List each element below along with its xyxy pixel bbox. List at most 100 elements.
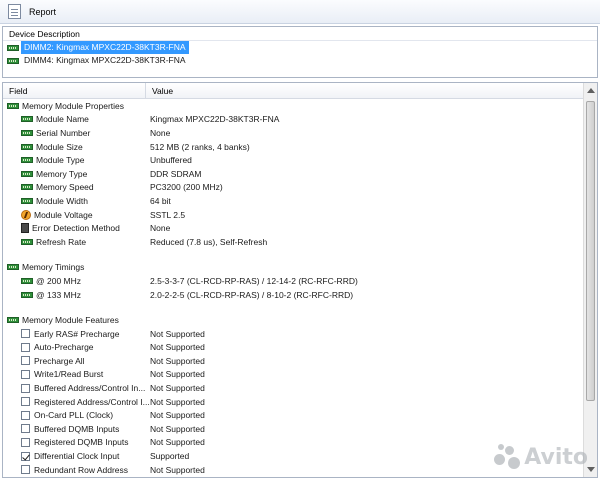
group-title: Memory Module Properties (22, 100, 125, 111)
field-cell: @ 133 MHz (3, 290, 150, 300)
field-label: Write1/Read Burst (34, 369, 104, 380)
value-cell: Unbuffered (150, 155, 192, 166)
unchecked-checkbox-icon (21, 329, 30, 339)
value-cell: None (150, 127, 171, 138)
value-cell: None (150, 223, 171, 234)
memory-chip-icon (7, 264, 19, 271)
field-cell: Write1/Read Burst (3, 369, 150, 379)
device-item-label: DIMM2: Kingmax MPXC22D-38KT3R-FNA (21, 41, 189, 54)
table-group-row[interactable]: Memory Module Properties (3, 99, 583, 113)
field-cell: Serial Number (3, 128, 150, 138)
table-group-row[interactable]: Memory Module Features (3, 313, 583, 327)
table-row[interactable]: Buffered DQMB Inputs Not Supported (3, 422, 583, 436)
table-group-row[interactable]: Memory Timings (3, 261, 583, 275)
field-cell: Precharge All (3, 356, 150, 366)
field-cell: Differential Clock Input (3, 451, 150, 461)
field-cell: Memory Speed (3, 182, 150, 192)
table-row[interactable]: Precharge All Not Supported (3, 354, 583, 368)
field-label: Module Voltage (34, 209, 93, 220)
watermark: Avito (494, 444, 588, 470)
column-header-value[interactable]: Value (146, 83, 583, 99)
table-row[interactable]: Memory Type DDR SDRAM (3, 167, 583, 181)
memory-chip-icon (21, 143, 33, 150)
field-cell: Redundant Row Address (3, 465, 150, 475)
field-cell: On-Card PLL (Clock) (3, 410, 150, 420)
error-detection-icon (21, 223, 29, 234)
table-row[interactable]: @ 133 MHz 2.0-2-2-5 (CL-RCD-RP-RAS) / 8-1… (3, 288, 583, 302)
device-list-panel: Device Description DIMM2: Kingmax MPXC22… (2, 26, 598, 78)
scroll-down-arrow-icon[interactable] (587, 467, 595, 472)
memory-chip-icon (7, 57, 19, 64)
table-row[interactable]: Registered Address/Control I... Not Suppo… (3, 395, 583, 409)
field-label: Buffered DQMB Inputs (34, 423, 120, 434)
field-cell: Auto-Precharge (3, 342, 150, 352)
value-cell: Reduced (7.8 us), Self-Refresh (150, 236, 268, 247)
scroll-up-arrow-icon[interactable] (587, 88, 595, 93)
field-cell: Memory Type (3, 169, 150, 179)
memory-chip-icon (21, 129, 33, 136)
table-row[interactable]: Module Voltage SSTL 2.5 (3, 208, 583, 222)
vertical-scrollbar[interactable] (583, 83, 597, 477)
value-cell: Not Supported (150, 328, 205, 339)
group-title: Memory Timings (22, 262, 85, 273)
device-item-dimm4[interactable]: DIMM4: Kingmax MPXC22D-38KT3R-FNA (3, 54, 597, 67)
field-label: Registered Address/Control I... (34, 396, 150, 407)
unchecked-checkbox-icon (21, 342, 30, 352)
table-row[interactable]: Serial Number None (3, 126, 583, 140)
field-cell: Module Name (3, 114, 150, 124)
properties-table: Field Value Memory Module Properties Modu… (2, 82, 598, 478)
table-row[interactable]: Refresh Rate Reduced (7.8 us), Self-Refre… (3, 235, 583, 249)
window-title: Report (29, 6, 57, 17)
field-label: Precharge All (34, 355, 85, 366)
table-body: Memory Module Properties Module Name Kingm… (3, 99, 583, 476)
memory-chip-icon (21, 197, 33, 204)
table-row[interactable]: On-Card PLL (Clock) Not Supported (3, 408, 583, 422)
table-row[interactable]: Module Name Kingmax MPXC22D-38KT3R-FNA (3, 113, 583, 127)
field-cell: Module Width (3, 196, 150, 206)
field-label: Auto-Precharge (34, 342, 94, 353)
field-cell: Refresh Rate (3, 237, 150, 247)
table-row[interactable]: Early RAS# Precharge Not Supported (3, 327, 583, 341)
field-label: Error Detection Method (32, 223, 120, 234)
group-cell: Memory Module Features (3, 315, 150, 325)
device-item-label: DIMM4: Kingmax MPXC22D-38KT3R-FNA (24, 55, 186, 65)
table-row[interactable]: Auto-Precharge Not Supported (3, 341, 583, 355)
device-item-dimm2[interactable]: DIMM2: Kingmax MPXC22D-38KT3R-FNA (3, 41, 597, 54)
field-label: Early RAS# Precharge (34, 328, 120, 339)
field-cell: Module Size (3, 142, 150, 152)
field-cell: Registered DQMB Inputs (3, 437, 150, 447)
memory-chip-icon (21, 238, 33, 245)
group-title: Memory Module Features (22, 315, 119, 326)
table-row[interactable]: @ 200 MHz 2.5-3-3-7 (CL-RCD-RP-RAS) / 12-… (3, 274, 583, 288)
memory-chip-icon (21, 291, 33, 298)
column-header-field[interactable]: Field (3, 83, 146, 99)
value-cell: Kingmax MPXC22D-38KT3R-FNA (150, 114, 280, 125)
memory-chip-icon (21, 184, 33, 191)
group-cell: Memory Module Properties (3, 101, 150, 111)
table-row[interactable]: Memory Speed PC3200 (200 MHz) (3, 181, 583, 195)
value-cell: SSTL 2.5 (150, 209, 186, 220)
memory-chip-icon (7, 317, 19, 324)
value-cell: PC3200 (200 MHz) (150, 182, 223, 193)
scrollbar-thumb[interactable] (586, 101, 595, 401)
value-cell: 2.5-3-3-7 (CL-RCD-RP-RAS) / 12-14-2 (RC-… (150, 275, 358, 286)
table-row[interactable]: Write1/Read Burst Not Supported (3, 368, 583, 382)
table-row[interactable]: Module Size 512 MB (2 ranks, 4 banks) (3, 140, 583, 154)
watermark-text: Avito (524, 444, 588, 470)
field-label: Memory Speed (36, 182, 94, 193)
device-description-header[interactable]: Device Description (3, 27, 597, 41)
field-cell: Module Voltage (3, 209, 150, 220)
table-row[interactable]: Module Width 64 bit (3, 194, 583, 208)
table-row[interactable]: Module Type Unbuffered (3, 153, 583, 167)
voltage-icon (21, 209, 31, 220)
table-row[interactable]: Error Detection Method None (3, 221, 583, 235)
field-label: Module Name (36, 114, 89, 125)
unchecked-checkbox-icon (21, 437, 30, 447)
field-label: On-Card PLL (Clock) (34, 410, 114, 421)
unchecked-checkbox-icon (21, 410, 30, 420)
field-cell: Registered Address/Control I... (3, 397, 150, 407)
field-cell: @ 200 MHz (3, 276, 150, 286)
value-cell: 2.0-2-2-5 (CL-RCD-RP-RAS) / 8-10-2 (RC-R… (150, 289, 354, 300)
table-row[interactable]: Buffered Address/Control In... Not Suppor… (3, 381, 583, 395)
